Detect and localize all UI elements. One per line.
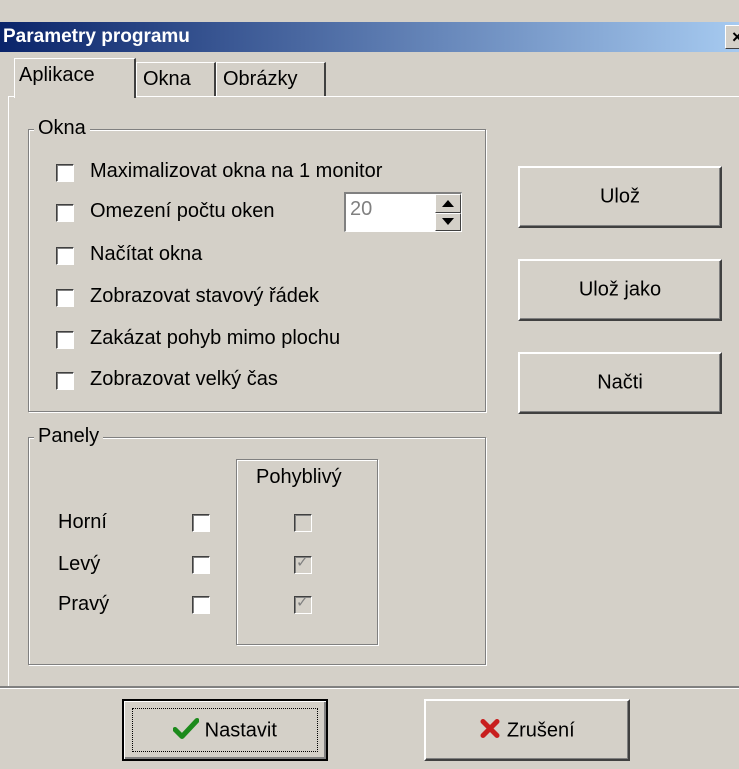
okna-group-legend: Okna [34,117,90,140]
red-x-icon [480,719,500,738]
tab-aplikace[interactable]: Aplikace [14,58,136,98]
load-button[interactable]: Načti [518,352,722,414]
save-button[interactable]: Ulož [518,166,722,228]
checkmark-icon: ✓ [296,554,309,571]
status-bar-label: Zobrazovat stavový řádek [90,285,319,307]
panel-left-checkbox[interactable] [192,556,210,574]
window-title: Parametry programu [3,26,190,47]
window-limit-value: 20 [350,198,373,220]
panel-top-checkbox[interactable] [192,514,210,532]
big-clock-checkbox[interactable] [56,372,74,390]
big-clock-label: Zobrazovat velký čas [90,368,278,390]
load-windows-checkbox[interactable] [56,247,74,265]
maximize-windows-label: Maximalizovat okna na 1 monitor [90,160,383,182]
tab-obrazky[interactable]: Obrázky [216,62,326,96]
save-button-label: Ulož [599,185,640,208]
arrow-up-icon [442,200,454,207]
title-bar[interactable]: Parametry programu × [0,22,739,52]
panel-right-movable-checkbox[interactable]: ✓ [294,594,312,614]
panel-left-movable-checkbox[interactable]: ✓ [294,554,312,574]
save-as-button-label: Ulož jako [578,278,662,301]
dialog-window: Parametry programu × Aplikace Okna Obráz… [0,0,739,769]
panel-right-label: Pravý [58,593,110,615]
panely-group-legend: Panely [34,425,104,448]
status-bar-checkbox[interactable] [56,289,74,307]
spin-down-button[interactable] [435,212,461,231]
footer-separator [0,686,739,689]
restrict-movement-checkbox[interactable] [56,331,74,349]
green-checkmark-icon [172,718,200,739]
panel-right-checkbox[interactable] [192,596,210,614]
save-as-button[interactable]: Ulož jako [518,259,722,321]
restrict-movement-label: Zakázat pohyb mimo plochu [90,327,341,349]
panel-left-label: Levý [58,553,101,575]
load-button-label: Načti [597,371,643,394]
load-windows-label: Načítat okna [90,243,203,265]
close-button[interactable]: × [725,25,739,49]
apply-button[interactable]: Nastavit [122,699,328,761]
panel-top-label: Horní [58,511,107,533]
spin-up-button[interactable] [435,194,461,213]
limit-windows-checkbox[interactable] [56,204,74,222]
tab-okna[interactable]: Okna [136,62,216,96]
limit-windows-label: Omezení počtu oken [90,200,275,222]
cancel-button[interactable]: Zrušení [424,699,630,761]
apply-button-label: Nastavit [204,719,277,742]
maximize-windows-checkbox[interactable] [56,164,74,182]
arrow-down-icon [442,217,454,225]
checkmark-icon: ✓ [296,594,309,611]
tab-aplikace-label: Aplikace [19,64,95,86]
tab-okna-label: Okna [143,68,191,90]
cancel-button-label: Zrušení [506,719,575,742]
tab-obrazky-label: Obrázky [223,68,298,90]
window-limit-spinner[interactable]: 20 [344,192,462,232]
movable-header: Pohyblivý [256,466,342,488]
panel-top-movable-checkbox[interactable] [294,514,312,532]
